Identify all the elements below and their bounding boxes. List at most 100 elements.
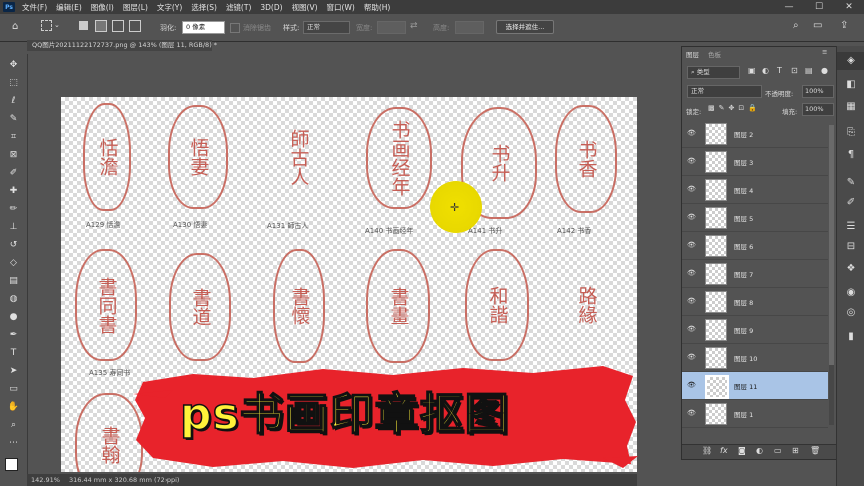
eraser-tool-icon[interactable]: ◇: [0, 256, 27, 270]
paths-icon[interactable]: ◎: [837, 304, 864, 322]
rectangular-marquee-icon[interactable]: [41, 20, 52, 31]
more-tools-icon[interactable]: ⋯: [0, 436, 27, 450]
eye-icon[interactable]: 👁: [687, 241, 696, 249]
select-and-mask-button[interactable]: 选择并遮住...: [496, 20, 554, 34]
fill-input[interactable]: 100%: [802, 103, 834, 116]
new-group-icon[interactable]: ▭: [774, 446, 782, 455]
eye-icon[interactable]: 👁: [687, 297, 696, 305]
opacity-input[interactable]: 100%: [802, 85, 834, 98]
filter-toggle-icon[interactable]: ●: [821, 66, 828, 75]
menu-edit[interactable]: 编辑(E): [56, 2, 82, 13]
chevron-down-icon[interactable]: ⌄: [54, 21, 60, 29]
search-icon[interactable]: ⌕: [793, 20, 799, 31]
move-tool-icon[interactable]: ✥: [0, 58, 27, 72]
layers-scrollbar[interactable]: [829, 125, 834, 425]
trash-icon[interactable]: 🗑: [810, 446, 820, 455]
gradients-icon[interactable]: ▮: [837, 328, 864, 346]
rectangle-tool-icon[interactable]: ▭: [0, 382, 27, 396]
close-button[interactable]: ✕: [834, 0, 864, 14]
layer-row[interactable]: 👁 图层 5: [682, 204, 828, 232]
pixel-filter-icon[interactable]: ▣: [748, 66, 756, 75]
eye-icon[interactable]: 👁: [687, 213, 696, 221]
eye-icon[interactable]: 👁: [687, 129, 696, 137]
add-mask-icon[interactable]: ◙: [738, 446, 746, 455]
menu-select[interactable]: 选择(S): [191, 2, 217, 13]
menu-window[interactable]: 窗口(W): [327, 2, 355, 13]
eye-icon[interactable]: 👁: [687, 325, 696, 333]
styles-icon[interactable]: ❖: [837, 260, 864, 278]
layer-row[interactable]: 👁 图层 9: [682, 316, 828, 344]
intersect-selection-icon[interactable]: [129, 20, 141, 32]
eye-icon[interactable]: 👁: [687, 269, 696, 277]
path-selection-tool-icon[interactable]: ➤: [0, 364, 27, 378]
shape-filter-icon[interactable]: ⊡: [791, 66, 798, 75]
gradient-tool-icon[interactable]: ▤: [0, 274, 27, 288]
brush-settings-icon[interactable]: ✎: [837, 174, 864, 192]
layer-filter-select[interactable]: ⌕ 类型: [687, 66, 740, 79]
clone-stamp-tool-icon[interactable]: ⊥: [0, 220, 27, 234]
eye-icon[interactable]: 👁: [687, 381, 696, 389]
lasso-tool-icon[interactable]: ℓ: [0, 94, 27, 108]
menu-file[interactable]: 文件(F): [22, 2, 47, 13]
swap-icon[interactable]: ⇄: [410, 21, 418, 31]
eye-icon[interactable]: 👁: [687, 353, 696, 361]
add-to-selection-icon[interactable]: [95, 20, 107, 32]
frame-tool-icon[interactable]: ⊠: [0, 148, 27, 162]
maximize-button[interactable]: ☐: [804, 0, 834, 14]
quick-select-tool-icon[interactable]: ✎: [0, 112, 27, 126]
dodge-tool-icon[interactable]: ●: [0, 310, 27, 324]
menu-3d[interactable]: 3D(D): [260, 3, 282, 12]
layer-row[interactable]: 👁 图层 6: [682, 232, 828, 260]
type-tool-icon[interactable]: T: [0, 346, 27, 360]
eyedropper-tool-icon[interactable]: ✐: [0, 166, 27, 180]
blur-tool-icon[interactable]: ◍: [0, 292, 27, 306]
layer-row[interactable]: 👁 图层 1: [682, 400, 828, 428]
crop-tool-icon[interactable]: ⌗: [0, 130, 27, 144]
home-icon[interactable]: ⌂: [12, 21, 18, 32]
fx-icon[interactable]: fx: [720, 446, 728, 455]
healing-brush-tool-icon[interactable]: ✚: [0, 184, 27, 198]
feather-input[interactable]: 0 像素: [182, 21, 225, 34]
pen-tool-icon[interactable]: ✒: [0, 328, 27, 342]
menu-filter[interactable]: 滤镜(T): [226, 2, 251, 13]
menu-layer[interactable]: 图层(L): [123, 2, 148, 13]
eye-icon[interactable]: 👁: [687, 185, 696, 193]
share-icon[interactable]: ⇪: [840, 20, 848, 31]
layers-panel-icon[interactable]: ◈: [837, 52, 864, 70]
menu-image[interactable]: 图像(I): [91, 2, 114, 13]
tab-layers[interactable]: 图层: [686, 49, 699, 59]
layer-row[interactable]: 👁 图层 7: [682, 260, 828, 288]
layer-row[interactable]: 👁 图层 8: [682, 288, 828, 316]
chevron-right-icon[interactable]: ›: [165, 474, 168, 486]
menu-help[interactable]: 帮助(H): [364, 2, 391, 13]
type-filter-icon[interactable]: T: [777, 66, 782, 75]
smart-object-filter-icon[interactable]: ▤: [805, 66, 813, 75]
layer-row[interactable]: 👁 图层 4: [682, 176, 828, 204]
link-layers-icon[interactable]: ⛓: [702, 446, 712, 455]
adjustments-icon[interactable]: ☰: [837, 218, 864, 236]
foreground-color-swatch[interactable]: [5, 458, 18, 471]
libraries-panel-icon[interactable]: ⎘: [837, 124, 864, 142]
color-panel-icon[interactable]: ◧: [837, 76, 864, 94]
layer-row-selected[interactable]: 👁 图层 11: [682, 372, 828, 400]
subtract-selection-icon[interactable]: [112, 20, 124, 32]
lock-options-icon[interactable]: ▩✎✥⊡🔒: [708, 104, 761, 112]
hand-tool-icon[interactable]: ✋: [0, 400, 27, 414]
style-select[interactable]: 正常: [303, 21, 350, 34]
adjustment-filter-icon[interactable]: ◐: [762, 66, 769, 75]
zoom-level[interactable]: 142.91%: [31, 474, 60, 486]
width-input[interactable]: [377, 21, 406, 34]
brushes-icon[interactable]: ✐: [837, 194, 864, 212]
eye-icon[interactable]: 👁: [687, 157, 696, 165]
menu-type[interactable]: 文字(Y): [157, 2, 182, 13]
menu-view[interactable]: 视图(V): [292, 2, 318, 13]
blend-mode-select[interactable]: 正常: [687, 85, 762, 98]
new-layer-icon[interactable]: ⊞: [792, 446, 799, 455]
eye-icon[interactable]: 👁: [687, 409, 696, 417]
swatches-panel-icon[interactable]: ▦: [837, 98, 864, 116]
paragraph-panel-icon[interactable]: ¶: [837, 146, 864, 164]
properties-icon[interactable]: ⊟: [837, 238, 864, 256]
layer-row[interactable]: 👁 图层 3: [682, 148, 828, 176]
new-selection-icon[interactable]: [79, 21, 88, 30]
brush-tool-icon[interactable]: ✏: [0, 202, 27, 216]
